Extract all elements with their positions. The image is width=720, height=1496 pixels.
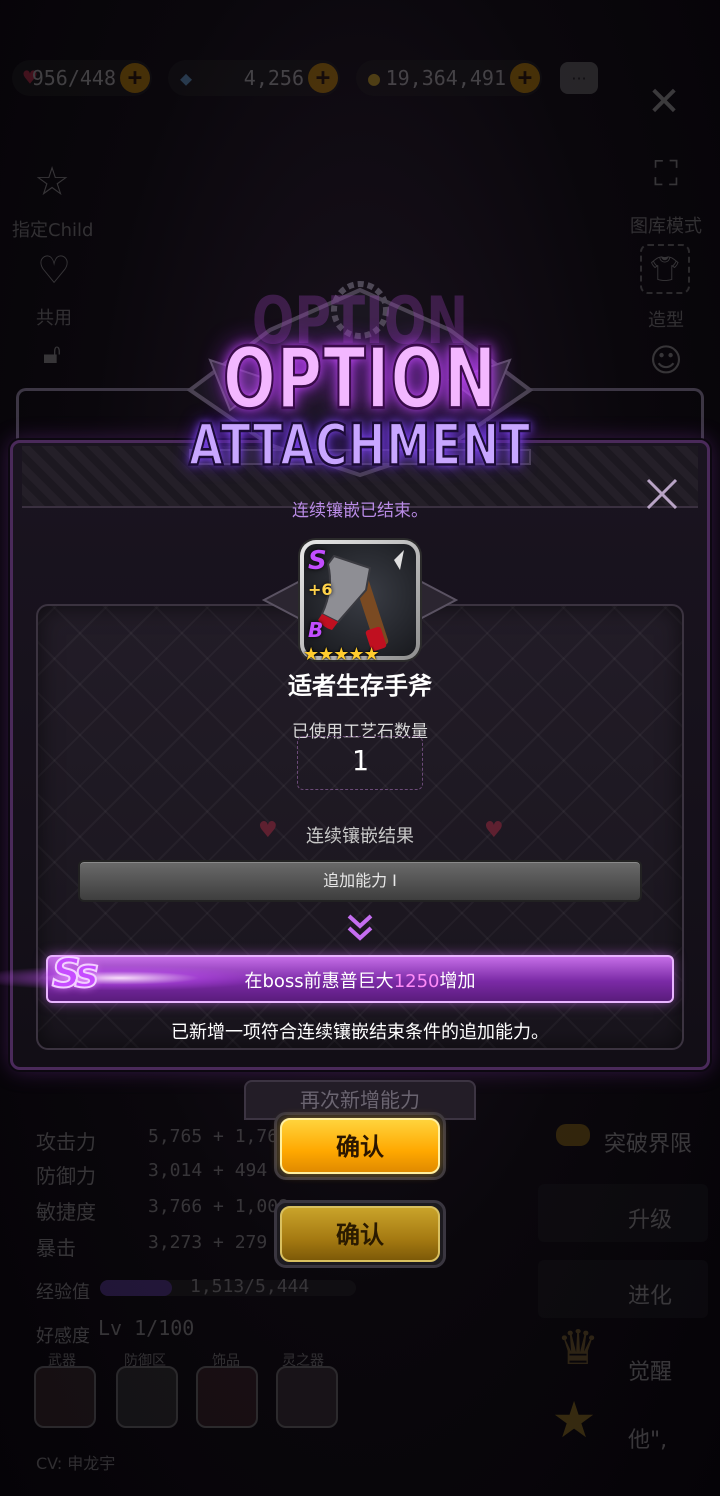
- add-coins-button[interactable]: +: [510, 63, 540, 93]
- item-stars: ★★★★★: [303, 644, 380, 665]
- upgrade-slot[interactable]: [538, 1184, 708, 1242]
- item-enhance-level: +6: [308, 580, 333, 599]
- awaken-crest-icon: ♛: [556, 1320, 600, 1376]
- chat-icon[interactable]: ···: [560, 62, 598, 94]
- status-message: 连续镶嵌已结束。: [292, 501, 428, 521]
- fullscreen-icon[interactable]: ⛶: [646, 154, 686, 194]
- item-grade-bottom: B: [308, 618, 324, 642]
- add-crystals-button[interactable]: +: [308, 63, 338, 93]
- item-grade-top: S: [308, 546, 327, 576]
- double-chevron-down-icon: [347, 914, 373, 941]
- result-label: 连续镶嵌结果: [306, 826, 414, 847]
- new-option-value: 1250: [393, 971, 440, 992]
- shirt-icon[interactable]: 👕︎: [640, 244, 690, 294]
- equip-slot-weapon[interactable]: [34, 1366, 96, 1428]
- result-notice: 已新增一项符合连续镶嵌结束条件的追加能力。: [171, 1022, 549, 1043]
- item-name: 适者生存手斧: [288, 672, 432, 700]
- item-image: S +6 B: [304, 544, 416, 656]
- limit-break-icon: [556, 1124, 590, 1146]
- star-icon[interactable]: ☆: [30, 159, 74, 205]
- crystals-counter: ◆ 4,256 +: [168, 60, 340, 96]
- exp-bar-fill: [100, 1280, 172, 1296]
- craft-stone-count: 1: [351, 744, 369, 777]
- equip-slot-armor[interactable]: [116, 1366, 178, 1428]
- lock-icon[interactable]: 🔓︎: [36, 336, 68, 372]
- heart-outline-icon[interactable]: ♡: [32, 248, 76, 292]
- equip-slot-accessory[interactable]: [196, 1366, 258, 1428]
- item-card[interactable]: S +6 B: [300, 540, 420, 660]
- hearts-counter: ♥ 956/448 +: [12, 60, 152, 96]
- crystal-icon: ◆: [179, 66, 193, 90]
- logo-title-attachment: ATTACHMENT: [188, 411, 532, 480]
- previous-option-bar: 追加能力 I: [78, 860, 642, 902]
- evolve-slot[interactable]: [538, 1260, 708, 1318]
- option-attachment-logo: OPTION OPTION ATTACHMENT: [150, 270, 570, 490]
- star-badge-icon: ★: [551, 1391, 597, 1449]
- confirm-button[interactable]: 确认: [280, 1118, 440, 1174]
- new-option-text: 在boss前惠普巨大1250增加: [244, 971, 476, 992]
- add-hearts-button[interactable]: +: [120, 63, 150, 93]
- close-background-icon[interactable]: ✕: [644, 79, 684, 125]
- secondary-confirm-button[interactable]: 确认: [280, 1206, 440, 1262]
- coins-counter: ● 19,364,491 +: [356, 60, 542, 96]
- coin-icon: ●: [367, 66, 381, 90]
- smiley-icon[interactable]: ☺: [648, 341, 684, 379]
- equip-slot-soul[interactable]: [276, 1366, 338, 1428]
